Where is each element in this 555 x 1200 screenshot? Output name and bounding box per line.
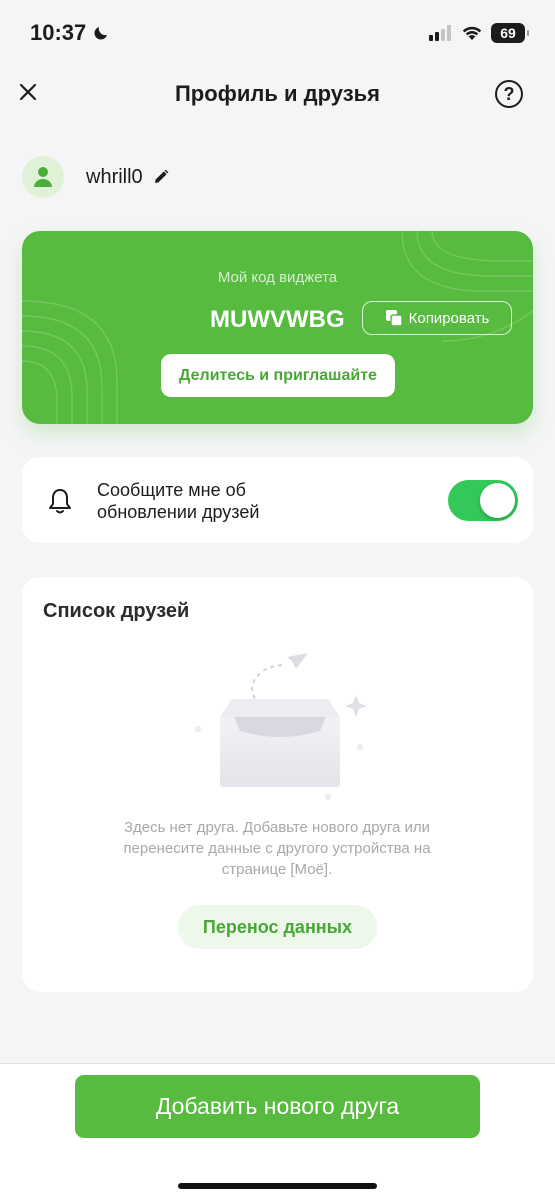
status-bar: 10:37 69 [0, 0, 555, 66]
battery-level: 69 [500, 25, 516, 41]
widget-code: MUWVWBG [210, 306, 345, 333]
user-icon [34, 167, 52, 187]
cellular-signal-icon [429, 25, 451, 41]
toggle-knob [480, 483, 515, 518]
wifi-icon [462, 26, 482, 40]
profile-row: whrill0 [22, 155, 169, 199]
empty-friends-message: Здесь нет друга. Добавьте нового друга и… [123, 819, 431, 878]
copy-button[interactable]: Копировать [362, 301, 512, 335]
home-indicator [178, 1183, 377, 1189]
status-indicators: 69 [429, 23, 529, 43]
header: Профиль и друзья ? [0, 66, 555, 122]
moon-icon [94, 27, 108, 40]
copy-icon [385, 310, 403, 327]
battery-indicator: 69 [491, 23, 529, 43]
close-icon [19, 83, 37, 101]
friend-updates-label: Сообщите мне об обновлении друзей [97, 480, 260, 522]
widget-code-label: Мой код виджета [217, 269, 338, 286]
friend-updates-setting: Сообщите мне об обновлении друзей [22, 457, 533, 543]
empty-inbox-illustration [195, 653, 367, 800]
data-transfer-button[interactable]: Перенос данных [178, 905, 377, 949]
page-title: Профиль и друзья [174, 81, 381, 106]
help-button[interactable]: ? [495, 80, 523, 108]
share-invite-button[interactable]: Делитесь и приглашайте [161, 354, 395, 397]
friends-list-title: Список друзей [43, 600, 190, 622]
username: whrill0 [86, 165, 143, 188]
status-time-text: 10:37 [30, 20, 87, 45]
friend-updates-toggle[interactable] [448, 480, 518, 521]
edit-username-button[interactable] [153, 169, 169, 185]
copy-button-label: Копировать [408, 309, 490, 327]
avatar[interactable] [22, 156, 64, 198]
add-friend-button[interactable]: Добавить нового друга [75, 1075, 480, 1138]
bottom-bar: Добавить нового друга [0, 1063, 555, 1200]
widget-code-card: Мой код виджета MUWVWBG Копировать Делит… [22, 231, 533, 424]
question-mark-icon: ? [503, 83, 515, 104]
status-time: 10:37 [30, 20, 110, 46]
bell-icon [49, 489, 71, 514]
pencil-icon [154, 169, 169, 183]
friends-list-card: Список друзей Здесь нет друга. Добавьте … [22, 577, 533, 992]
close-button[interactable] [14, 78, 42, 106]
